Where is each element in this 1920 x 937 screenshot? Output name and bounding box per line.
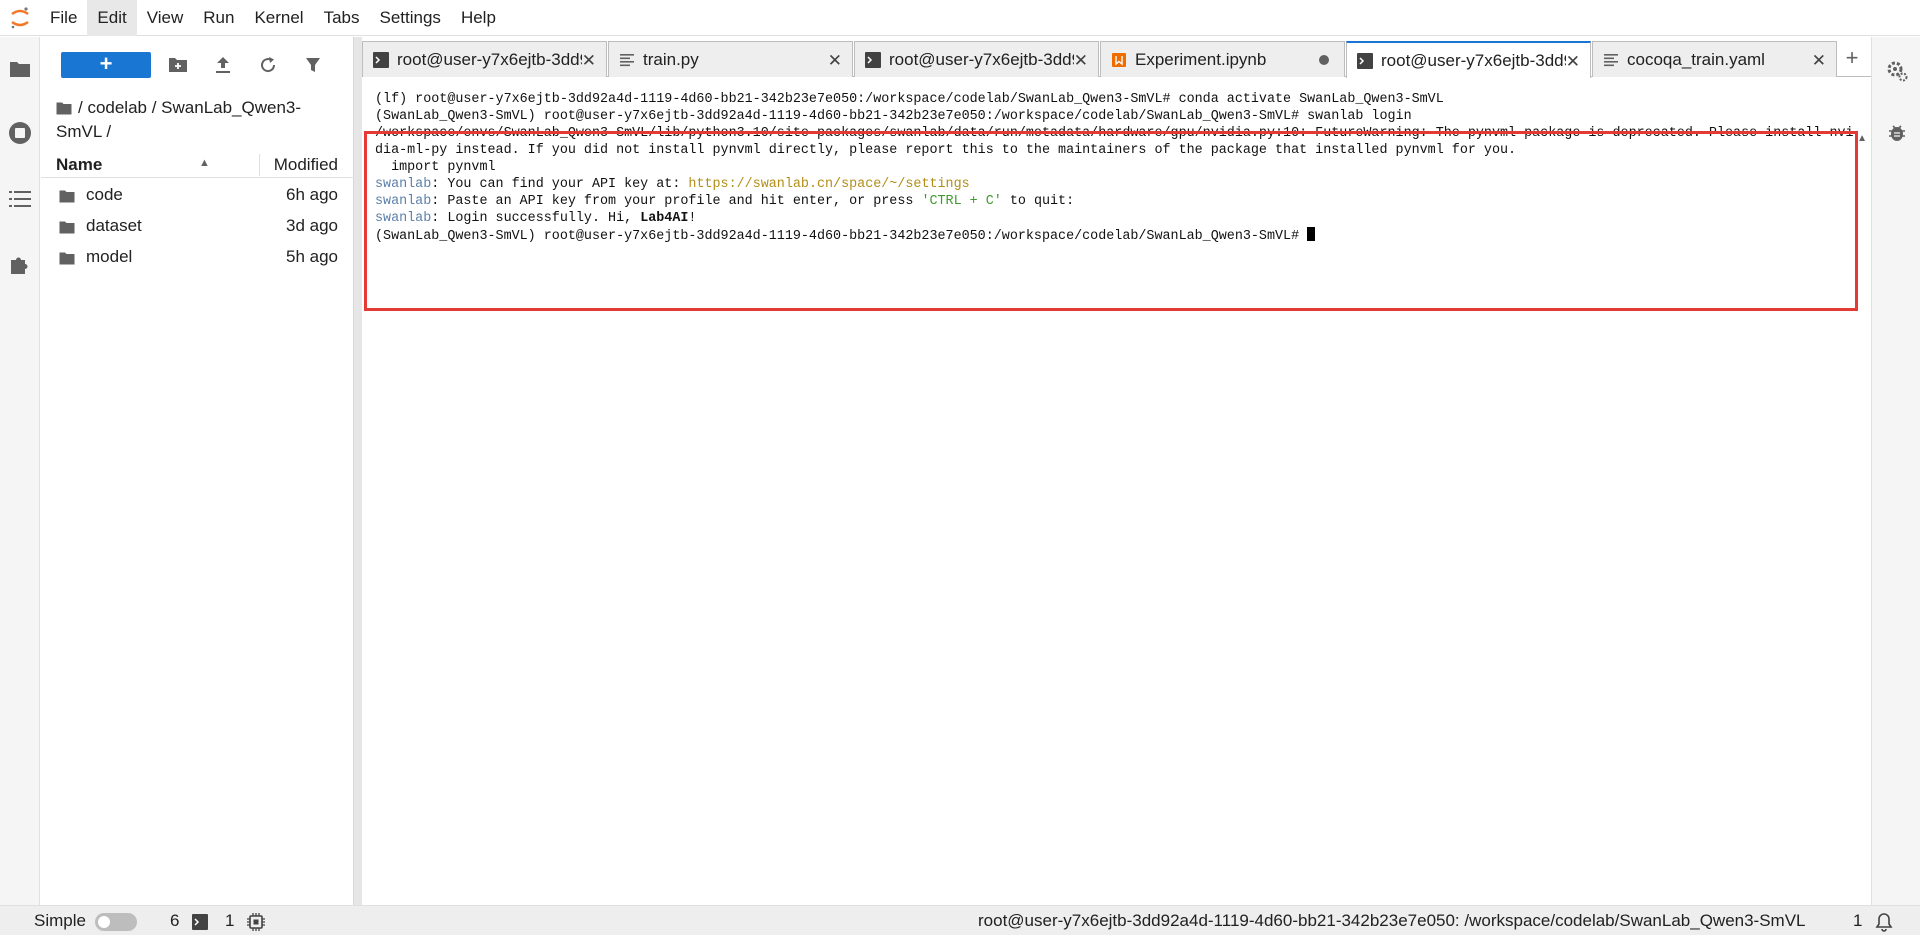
folder-icon bbox=[59, 188, 75, 208]
file-modified: 5h ago bbox=[286, 247, 338, 266]
menu-tabs[interactable]: Tabs bbox=[314, 0, 370, 36]
file-list-item[interactable]: dataset 3d ago bbox=[41, 211, 354, 242]
file-browser: + / codelab / SwanLab_Qwen3-SmVL / Name … bbox=[41, 37, 354, 905]
tab-terminal-1[interactable]: root@user-y7x6ejtb-3dd92a4d ✕ bbox=[362, 41, 607, 77]
refresh-icon[interactable] bbox=[256, 53, 280, 77]
debugger-bug-icon[interactable] bbox=[1872, 113, 1920, 153]
terminal-icon bbox=[865, 51, 881, 68]
close-icon[interactable]: ✕ bbox=[1812, 51, 1826, 71]
terminal-path: root@user-y7x6ejtb-3dd92a4d-1119-4d60-bb… bbox=[978, 911, 1806, 930]
column-name[interactable]: Name bbox=[56, 155, 102, 175]
jupyter-logo-icon bbox=[0, 0, 40, 36]
tab-cocoqa-train-yaml[interactable]: cocoqa_train.yaml ✕ bbox=[1592, 41, 1837, 77]
status-bar: Simple 6 1 root@user-y7x6ejtb-3dd92a4d-1… bbox=[0, 905, 1920, 935]
tab-label: root@user-y7x6ejtb-3dd92a4d bbox=[1381, 50, 1566, 70]
kernel-count[interactable]: 6 bbox=[170, 911, 179, 931]
folder-icon bbox=[56, 99, 72, 121]
menu-kernel[interactable]: Kernel bbox=[244, 0, 313, 36]
folder-icon bbox=[59, 250, 75, 270]
running-kernels-icon[interactable] bbox=[0, 113, 40, 153]
tab-label: root@user-y7x6ejtb-3dd92a4d bbox=[397, 49, 582, 69]
new-launcher-button[interactable]: + bbox=[61, 52, 151, 78]
main-dock-area: root@user-y7x6ejtb-3dd92a4d ✕ train.py ✕… bbox=[362, 37, 1871, 916]
filter-icon[interactable] bbox=[301, 53, 325, 77]
tab-label: Experiment.ipynb bbox=[1135, 49, 1267, 69]
property-inspector-gear-icon[interactable] bbox=[1872, 51, 1920, 91]
toggle-knob bbox=[98, 916, 110, 928]
file-list-item[interactable]: code 6h ago bbox=[41, 180, 354, 211]
tab-terminal-3[interactable]: root@user-y7x6ejtb-3dd92a4d ✕ bbox=[1346, 41, 1591, 78]
file-name: dataset bbox=[86, 216, 142, 235]
menu-run[interactable]: Run bbox=[193, 0, 244, 36]
tab-label: train.py bbox=[643, 49, 699, 69]
folder-icon bbox=[59, 219, 75, 239]
menu-help[interactable]: Help bbox=[451, 0, 506, 36]
highlight-box bbox=[364, 131, 1858, 311]
tab-terminal-2[interactable]: root@user-y7x6ejtb-3dd92a4d ✕ bbox=[854, 41, 1099, 77]
file-name: model bbox=[86, 247, 133, 266]
table-of-contents-icon[interactable] bbox=[0, 179, 40, 219]
scroll-up-icon[interactable]: ▲ bbox=[1857, 133, 1867, 144]
file-modified: 3d ago bbox=[286, 216, 338, 235]
folder-icon[interactable] bbox=[0, 49, 40, 89]
right-sidebar bbox=[1871, 37, 1920, 905]
tab-train-py[interactable]: train.py ✕ bbox=[608, 41, 853, 77]
close-icon[interactable]: ✕ bbox=[1566, 52, 1580, 72]
menu-file[interactable]: File bbox=[40, 0, 87, 36]
tab-label: cocoqa_train.yaml bbox=[1627, 49, 1765, 69]
breadcrumb-path[interactable]: / codelab / SwanLab_Qwen3-SmVL / bbox=[56, 98, 301, 141]
menu-view[interactable]: View bbox=[137, 0, 194, 36]
upload-icon[interactable] bbox=[211, 53, 235, 77]
column-modified[interactable]: Modified bbox=[274, 155, 338, 175]
terminal-count[interactable]: 1 bbox=[225, 911, 234, 931]
sort-ascending-icon[interactable]: ▲ bbox=[199, 157, 210, 169]
cpu-chip-icon[interactable] bbox=[247, 913, 265, 936]
menubar: File Edit View Run Kernel Tabs Settings … bbox=[0, 0, 1920, 36]
line-number: 1 bbox=[1853, 911, 1863, 930]
unsaved-indicator-icon[interactable] bbox=[1319, 55, 1329, 65]
terminal-panel[interactable]: (lf) root@user-y7x6ejtb-3dd92a4d-1119-4d… bbox=[362, 81, 1871, 916]
menu-edit[interactable]: Edit bbox=[87, 0, 137, 36]
menu-settings[interactable]: Settings bbox=[370, 0, 451, 36]
close-icon[interactable]: ✕ bbox=[1074, 51, 1088, 71]
breadcrumb[interactable]: / codelab / SwanLab_Qwen3-SmVL / bbox=[56, 97, 346, 143]
extensions-puzzle-icon[interactable] bbox=[0, 245, 40, 285]
file-text-icon bbox=[1603, 52, 1619, 68]
new-folder-icon[interactable] bbox=[166, 53, 190, 77]
terminal-icon[interactable] bbox=[192, 914, 208, 935]
terminal-icon bbox=[373, 51, 389, 68]
add-tab-icon[interactable]: + bbox=[1838, 41, 1866, 77]
file-text-icon bbox=[619, 52, 635, 68]
terminal-icon bbox=[1357, 52, 1373, 69]
close-icon[interactable]: ✕ bbox=[582, 51, 596, 71]
file-name: code bbox=[86, 185, 123, 204]
tab-label: root@user-y7x6ejtb-3dd92a4d bbox=[889, 49, 1074, 69]
notebook-icon bbox=[1111, 52, 1127, 68]
tab-experiment-notebook[interactable]: Experiment.ipynb bbox=[1100, 41, 1345, 77]
file-list-item[interactable]: model 5h ago bbox=[41, 242, 354, 273]
file-list-header: Name ▲ Modified bbox=[41, 152, 354, 178]
tab-bar: root@user-y7x6ejtb-3dd92a4d ✕ train.py ✕… bbox=[362, 41, 1871, 78]
notification-bell-icon[interactable] bbox=[1875, 912, 1893, 937]
close-icon[interactable]: ✕ bbox=[828, 51, 842, 71]
column-divider[interactable] bbox=[259, 154, 260, 176]
simple-mode-label: Simple bbox=[34, 911, 86, 930]
left-activity-bar bbox=[0, 37, 40, 905]
simple-mode-toggle[interactable] bbox=[95, 913, 137, 931]
terminal-line: (lf) root@user-y7x6ejtb-3dd92a4d-1119-4d… bbox=[375, 92, 1444, 107]
terminal-line: (SwanLab_Qwen3-SmVL) root@user-y7x6ejtb-… bbox=[375, 109, 1412, 124]
panel-splitter[interactable] bbox=[354, 37, 362, 905]
file-modified: 6h ago bbox=[286, 185, 338, 204]
